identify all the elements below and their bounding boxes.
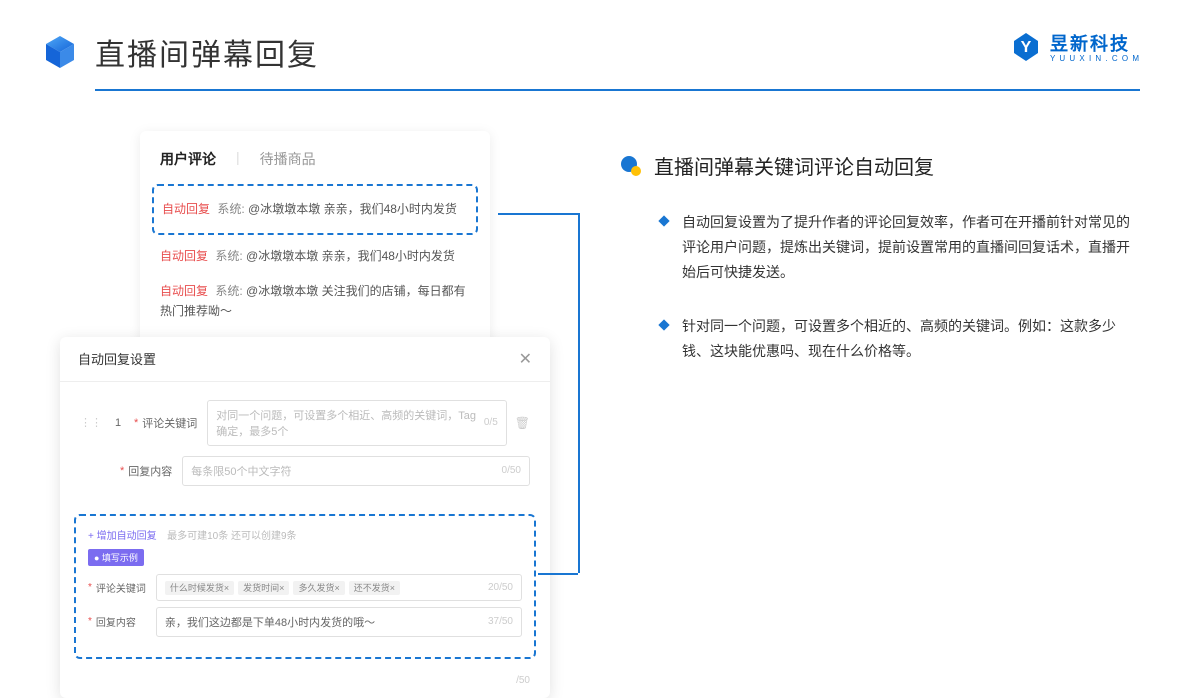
cube-icon (40, 32, 80, 72)
keyword-tag: 什么时候发货× (165, 581, 234, 595)
connector-line (498, 213, 578, 215)
brand-name: 昱新科技 (1050, 30, 1140, 56)
highlighted-comment: 自动回复 系统: @冰墩墩本墩 亲亲，我们48小时内发货 (152, 184, 478, 235)
add-autoreply-link[interactable]: + 增加自动回复 (88, 527, 157, 542)
tab-products[interactable]: 待播商品 (260, 149, 316, 169)
keyword-tag: 多久发货× (293, 581, 344, 595)
bubble-icon (620, 155, 642, 177)
autoreply-settings-panel: 自动回复设置 ✕ ⋮⋮ 1 * 评论关键词 对同一个问题，可设置多个相近、高频的… (60, 337, 550, 698)
example-keyword-input: 什么时候发货×发货时间×多久发货×还不发货× 20/50 (156, 574, 522, 601)
keyword-tag: 还不发货× (349, 581, 400, 595)
brand-logo: Y 昱新科技 Y U U X I N . C O M (1010, 30, 1140, 63)
bullet-item: 自动回复设置为了提升作者的评论回复效率，作者可在开播前针对常见的评论用户问题，提… (620, 210, 1140, 286)
brand-sub: Y U U X I N . C O M (1050, 54, 1140, 63)
bullet-item: 针对同一个问题，可设置多个相近的、高频的关键词。例如：这款多少钱、这块能优惠吗、… (620, 314, 1140, 364)
diamond-icon (658, 319, 669, 330)
comment-row: 自动回复 系统: @冰墩墩本墩 关注我们的店铺，每日都有热门推荐呦～ (160, 274, 470, 328)
connector-line (578, 213, 580, 573)
comment-row: 自动回复 系统: @冰墩墩本墩 亲亲，我们48小时内发货 (162, 192, 468, 227)
example-badge: ● 填写示例 (88, 549, 144, 566)
svg-text:Y: Y (1021, 39, 1032, 56)
page-title: 直播间弹幕回复 (95, 30, 319, 74)
example-section: + 增加自动回复 最多可建10条 还可以创建9条 ● 填写示例 * 评论关键词 … (74, 514, 536, 659)
brand-icon: Y (1010, 31, 1042, 63)
section-title: 直播间弹幕关键词评论自动回复 (654, 151, 934, 180)
reply-input[interactable]: 每条限50个中文字符 0/50 (182, 456, 530, 486)
settings-title: 自动回复设置 (78, 349, 156, 368)
keyword-input[interactable]: 对同一个问题，可设置多个相近、高频的关键词，Tag确定，最多5个 0/5 (207, 400, 506, 446)
drag-icon[interactable]: ⋮⋮ (80, 416, 102, 429)
tab-user-comments[interactable]: 用户评论 (160, 149, 216, 169)
example-reply-input: 亲，我们这边都是下单48小时内发货的哦～ 37/50 (156, 607, 522, 637)
connector-line (538, 573, 578, 575)
keyword-tag: 发货时间× (238, 581, 289, 595)
delete-icon[interactable]: 🗑 (515, 416, 530, 430)
close-icon[interactable]: ✕ (519, 349, 532, 369)
comment-row: 自动回复 系统: @冰墩墩本墩 亲亲，我们48小时内发货 (160, 239, 470, 274)
comment-panel: 用户评论 | 待播商品 自动回复 系统: @冰墩墩本墩 亲亲，我们48小时内发货… (140, 131, 490, 347)
diamond-icon (658, 215, 669, 226)
